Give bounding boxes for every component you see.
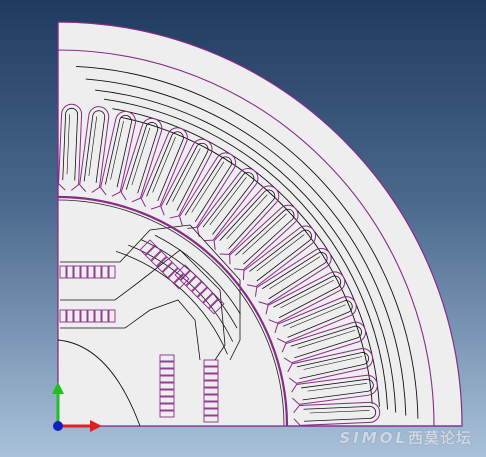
- watermark: SIMOL西莫论坛: [339, 427, 472, 448]
- watermark-cjk: 西莫论坛: [407, 429, 472, 447]
- model-viewport[interactable]: [0, 0, 486, 457]
- watermark-latin: SIMOL: [339, 429, 408, 447]
- axis-origin: [53, 421, 63, 431]
